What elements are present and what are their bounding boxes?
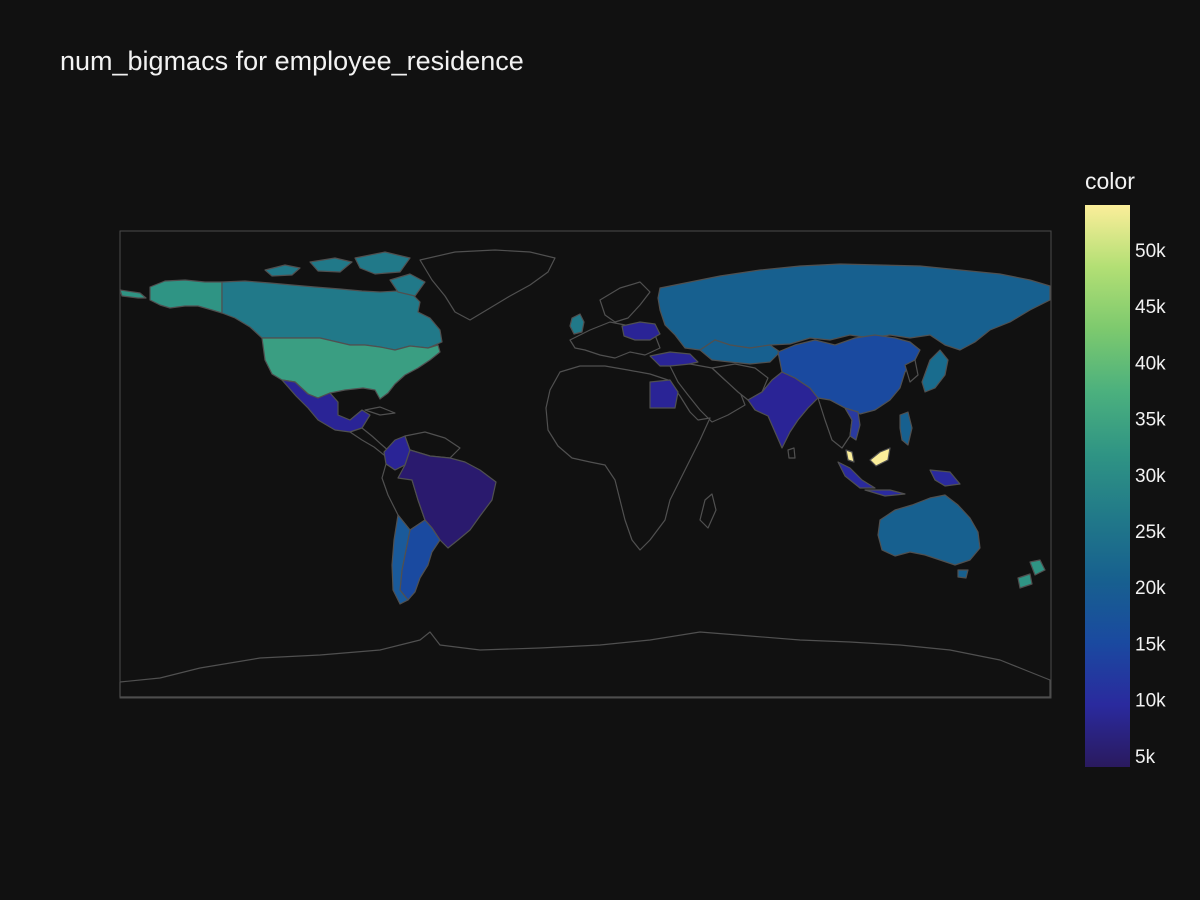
colorbar-title: color	[1085, 168, 1135, 194]
country-indonesia-papua[interactable]	[929, 469, 961, 487]
country-indonesia[interactable]	[837, 461, 876, 489]
colorbar-tick-label: 40k	[1135, 353, 1166, 374]
land-outlines	[119, 249, 1051, 698]
country-malaysia-borneo[interactable]	[869, 447, 891, 467]
country-new-zealand-south[interactable]	[1017, 573, 1033, 589]
country-malaysia[interactable]	[845, 449, 855, 463]
map-canvas: 5k 10k 15k 20k 25k 30k 35k 40k 45k 50k	[119, 205, 1166, 768]
country-alaska[interactable]	[149, 279, 223, 314]
country-russia[interactable]	[657, 263, 1051, 351]
arctic-islands	[264, 264, 301, 277]
country-united-kingdom[interactable]	[569, 313, 585, 335]
colorbar-tick-label: 5k	[1135, 747, 1156, 768]
colorbar-tick-label: 25k	[1135, 522, 1166, 543]
colorbar-tick-label: 10k	[1135, 691, 1166, 712]
country-egypt[interactable]	[649, 379, 679, 409]
antarctica	[119, 631, 1051, 698]
colorbar-tick-label: 15k	[1135, 634, 1166, 655]
colorbar-tick-label: 45k	[1135, 297, 1166, 318]
colorbar-tick-label: 50k	[1135, 241, 1166, 262]
central-america	[349, 427, 391, 456]
scandinavia	[599, 281, 651, 323]
aleutian-islands	[119, 289, 147, 299]
country-philippines[interactable]	[899, 411, 913, 446]
colorbar-tick-label: 35k	[1135, 410, 1166, 431]
country-australia[interactable]	[877, 494, 981, 566]
madagascar	[699, 493, 717, 529]
country-ukraine[interactable]	[621, 321, 661, 341]
colorbar-ticks: 5k 10k 15k 20k 25k 30k 35k 40k 45k 50k	[1135, 241, 1166, 768]
country-japan[interactable]	[921, 349, 949, 393]
africa	[545, 365, 711, 551]
arctic-islands	[354, 251, 411, 275]
arctic-islands	[309, 257, 353, 273]
country-new-zealand[interactable]	[1029, 559, 1046, 576]
sri-lanka	[787, 447, 796, 459]
country-australia-tasmania[interactable]	[957, 569, 969, 579]
country-indonesia-java[interactable]	[864, 489, 906, 497]
colorbar-tick-label: 20k	[1135, 578, 1166, 599]
country-united-states[interactable]	[261, 337, 441, 400]
cuba	[364, 406, 396, 416]
greenland	[419, 249, 556, 321]
colorbar	[1085, 205, 1130, 767]
colorbar-tick-label: 30k	[1135, 466, 1166, 487]
